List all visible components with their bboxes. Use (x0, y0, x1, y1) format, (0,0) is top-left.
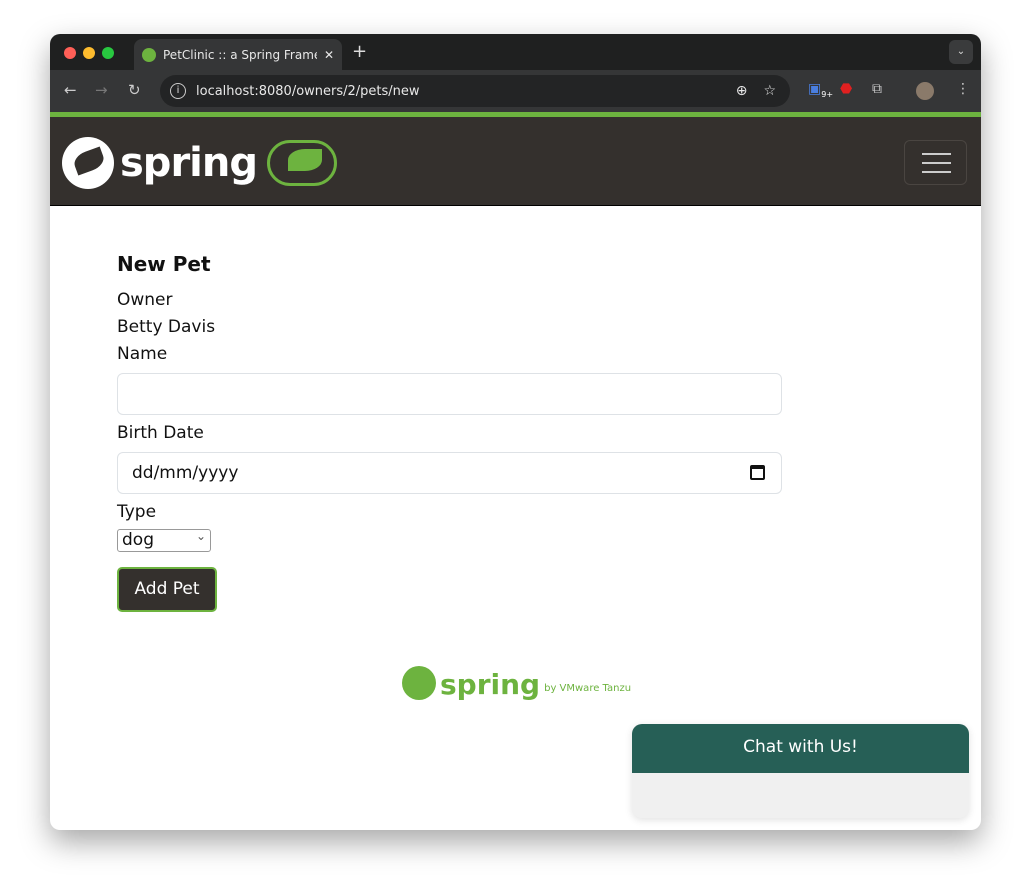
spring-favicon-icon (142, 47, 156, 62)
profile-avatar[interactable] (916, 82, 934, 100)
owner-label: Owner (117, 290, 173, 310)
owner-value: Betty Davis (117, 317, 216, 337)
menu-kebab-icon[interactable]: ⋮ (956, 81, 970, 97)
tab-search-chevron-icon[interactable]: ⌄ (949, 40, 973, 64)
chat-header[interactable]: Chat with Us! (632, 724, 969, 773)
address-bar[interactable]: i localhost:8080/owners/2/pets/new ⊕ ☆ (160, 75, 790, 107)
birth-date-input[interactable]: dd/mm/yyyy (117, 452, 782, 494)
type-select[interactable]: dog (117, 526, 211, 552)
tab-title: PetClinic :: a Spring Framework demonstr… (163, 47, 317, 62)
logo-text: spring (120, 140, 258, 186)
footer-logo: spring by VMware Tanzu (402, 666, 631, 700)
bookmark-star-icon[interactable]: ☆ (763, 83, 776, 99)
extension-save-icon[interactable]: ▣9+ (808, 81, 833, 99)
close-tab-icon[interactable]: ✕ (324, 48, 334, 62)
extension-badge: 9+ (821, 89, 834, 99)
new-pet-form: New Pet Owner Betty Davis Name Birth Dat… (117, 252, 782, 612)
navbar: spring (50, 117, 981, 206)
extension-block-icon[interactable]: ⬣ (840, 81, 852, 97)
tab-bar: PetClinic :: a Spring Framework demonstr… (50, 34, 981, 70)
footer-by-text: by VMware Tanzu (544, 683, 632, 694)
calendar-icon[interactable] (750, 465, 765, 480)
close-window-button[interactable] (64, 47, 76, 59)
maximize-window-button[interactable] (102, 47, 114, 59)
birth-date-label: Birth Date (117, 423, 204, 443)
site-info-icon[interactable]: i (170, 83, 186, 99)
reload-icon[interactable]: ↻ (128, 81, 141, 99)
url-text[interactable]: localhost:8080/owners/2/pets/new (196, 84, 420, 99)
type-label: Type (117, 502, 157, 522)
spring-leaf-icon (62, 137, 114, 189)
spring-leaf-icon (402, 666, 436, 700)
name-label: Name (117, 344, 168, 364)
browser-tab[interactable]: PetClinic :: a Spring Framework demonstr… (134, 39, 342, 70)
back-icon[interactable]: ← (64, 81, 77, 99)
extensions-puzzle-icon[interactable]: ⧉ (872, 81, 882, 97)
add-pet-button[interactable]: Add Pet (117, 567, 217, 612)
new-tab-icon[interactable]: + (352, 41, 367, 62)
birth-date-placeholder: dd/mm/yyyy (132, 463, 239, 483)
zoom-icon[interactable]: ⊕ (736, 83, 748, 99)
name-input[interactable] (117, 373, 782, 415)
browser-toolbar: ← → ↻ i localhost:8080/owners/2/pets/new… (50, 70, 981, 112)
minimize-window-button[interactable] (83, 47, 95, 59)
spring-logo[interactable]: spring (62, 137, 337, 189)
forward-icon[interactable]: → (95, 81, 108, 99)
page-title: New Pet (117, 252, 211, 276)
browser-window: PetClinic :: a Spring Framework demonstr… (50, 34, 981, 830)
spring-cloud-icon (267, 140, 337, 186)
chat-widget[interactable]: Chat with Us! (632, 724, 969, 818)
footer-logo-text: spring (440, 668, 541, 701)
hamburger-menu-button[interactable] (904, 140, 967, 185)
